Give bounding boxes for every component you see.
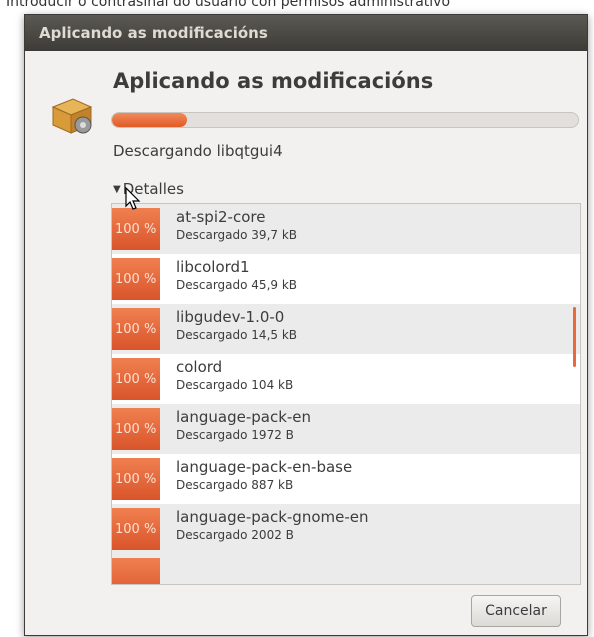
status-text: Descargando libqtgui4 (113, 142, 283, 160)
package-detail: Descargado 14,5 kB (176, 328, 298, 342)
package-name: language-pack-en (176, 408, 312, 426)
package-detail: Descargado 104 kB (176, 378, 294, 392)
percent-badge: 100 % (112, 208, 160, 250)
package-detail: Descargado 45,9 kB (176, 278, 298, 292)
percent-badge: 100 % (112, 508, 160, 550)
package-name: language-pack-gnome-en (176, 508, 369, 526)
cancel-button[interactable]: Cancelar (471, 595, 561, 627)
percent-badge: 100 % (112, 308, 160, 350)
package-box-icon (51, 98, 93, 134)
list-item[interactable]: 100 % language-pack-gnome-en Descargado 20… (112, 504, 580, 554)
list-item[interactable]: 100 % libcolord1 Descargado 45,9 kB (112, 254, 580, 304)
list-item[interactable]: 100 % at-spi2-core Descargado 39,7 kB (112, 204, 580, 254)
percent-badge: 100 % (112, 358, 160, 400)
percent-badge: 100 % (112, 458, 160, 500)
window-title: Aplicando as modificacións (25, 15, 587, 51)
list-item-partial[interactable] (112, 554, 580, 584)
background-text: Introducir o contrasinal do usuario con … (6, 0, 451, 10)
list-item[interactable]: 100 % language-pack-en-base Descargado 887… (112, 454, 580, 504)
scrollbar[interactable] (573, 307, 576, 367)
update-dialog: Aplicando as modificacións Aplicando as … (24, 14, 588, 636)
package-list[interactable]: 100 % at-spi2-core Descargado 39,7 kB 100 %… (111, 203, 581, 585)
details-expander[interactable]: ▼ Detalles (113, 180, 184, 198)
percent-badge: 100 % (112, 408, 160, 450)
percent-badge: 100 % (112, 258, 160, 300)
package-name: libgudev-1.0-0 (176, 308, 285, 326)
mouse-pointer-icon (125, 187, 141, 210)
package-detail: Descargado 39,7 kB (176, 228, 298, 242)
package-detail: Descargado 887 kB (176, 478, 294, 492)
list-item[interactable]: 100 % language-pack-en Descargado 1972 B (112, 404, 580, 454)
package-name: language-pack-en-base (176, 458, 353, 476)
package-name: colord (176, 358, 223, 376)
list-item[interactable]: 100 % colord Descargado 104 kB (112, 354, 580, 404)
expander-triangle-icon: ▼ (113, 184, 121, 195)
package-name: libcolord1 (176, 258, 250, 276)
progress-bar (111, 112, 579, 128)
percent-badge (112, 558, 160, 584)
dialog-heading: Aplicando as modificacións (113, 69, 434, 93)
list-item[interactable]: 100 % libgudev-1.0-0 Descargado 14,5 kB (112, 304, 580, 354)
package-detail: Descargado 2002 B (176, 528, 294, 542)
package-detail: Descargado 1972 B (176, 428, 294, 442)
package-name: at-spi2-core (176, 208, 266, 226)
progress-fill (112, 113, 187, 127)
